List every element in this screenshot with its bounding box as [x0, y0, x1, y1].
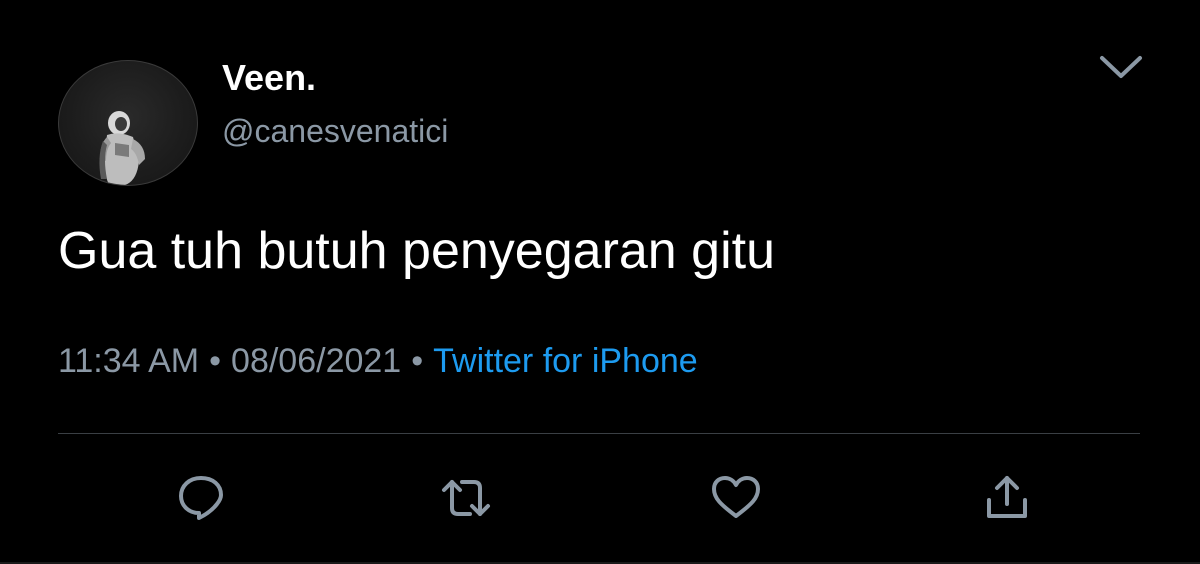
avatar[interactable]	[58, 60, 198, 186]
reply-icon	[179, 476, 223, 520]
author-display-name[interactable]: Veen.	[222, 58, 316, 98]
tweet-card: Veen. @canesvenatici Gua tuh butuh penye…	[0, 0, 1200, 564]
tweet-date[interactable]: 08/06/2021	[231, 342, 401, 380]
retweet-button[interactable]	[438, 470, 494, 526]
share-button[interactable]	[979, 470, 1035, 526]
retweet-icon	[442, 480, 490, 516]
divider	[58, 433, 1140, 434]
meta-separator: •	[209, 342, 222, 380]
tweet-source-link[interactable]: Twitter for iPhone	[433, 342, 698, 380]
meta-separator: •	[411, 342, 424, 380]
author-handle[interactable]: @canesvenatici	[222, 112, 448, 150]
like-icon	[712, 476, 760, 518]
chevron-down-icon	[1100, 56, 1142, 78]
astronaut-icon	[99, 111, 145, 185]
share-icon	[987, 476, 1027, 518]
like-button[interactable]	[708, 470, 764, 526]
tweet-text: Gua tuh butuh penyegaran gitu	[58, 222, 776, 280]
tweet-time[interactable]: 11:34 AM	[58, 342, 199, 380]
reply-button[interactable]	[173, 470, 229, 526]
tweet-metadata: 11:34 AM • 08/06/2021 • Twitter for iPhone	[58, 340, 698, 382]
tweet-menu-button[interactable]	[1098, 52, 1144, 82]
